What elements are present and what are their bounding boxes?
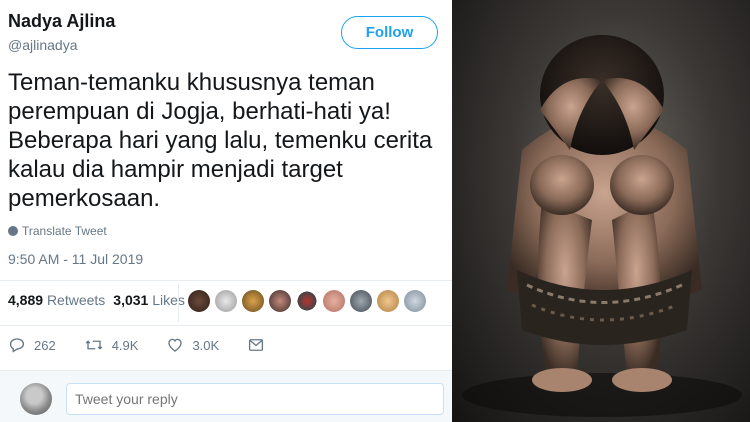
translate-tweet-link[interactable]: Translate Tweet <box>8 224 107 238</box>
reply-count: 262 <box>34 337 56 353</box>
liker-avatars <box>188 290 426 312</box>
like-icon <box>168 338 183 352</box>
like-button[interactable]: 3.0K <box>166 336 219 354</box>
globe-icon <box>8 226 18 236</box>
avatar[interactable] <box>350 290 372 312</box>
retweets-label: Retweets <box>46 292 106 308</box>
message-button[interactable] <box>247 336 265 354</box>
divider <box>0 280 452 281</box>
tweet-timestamp[interactable]: 9:50 AM - 11 Jul 2019 <box>8 251 143 267</box>
avatar[interactable] <box>323 290 345 312</box>
avatar[interactable] <box>188 290 210 312</box>
tweet-actions: 262 4.9K 3.0K <box>8 336 293 354</box>
photo <box>452 0 750 422</box>
avatar[interactable] <box>296 290 318 312</box>
reply-icon <box>9 338 25 353</box>
avatar[interactable] <box>215 290 237 312</box>
retweets-count: 4,889 <box>8 292 44 308</box>
reply-area <box>0 370 452 422</box>
likes-count: 3,031 <box>113 292 149 308</box>
stats-divider <box>178 284 179 322</box>
retweets-stat[interactable]: 4,889 Retweets <box>8 292 105 308</box>
reply-button[interactable]: 262 <box>8 336 56 354</box>
display-name[interactable]: Nadya Ajlina <box>8 11 115 32</box>
translate-label: Translate Tweet <box>22 224 107 238</box>
tweet-text-line: kalau dia hampir menjadi target <box>8 156 343 183</box>
divider <box>0 325 452 326</box>
reply-input[interactable] <box>66 383 444 415</box>
retweet-count: 4.9K <box>111 337 139 353</box>
tweet-text-line: pemerkosaan. <box>8 185 161 212</box>
avatar[interactable] <box>269 290 291 312</box>
tweet-text: Teman-temanku khususnya teman perempuan … <box>8 68 452 213</box>
crouching-person-photo <box>462 35 742 417</box>
likes-label: Likes <box>152 292 185 308</box>
user-handle[interactable]: @ajlinadya <box>8 37 77 53</box>
avatar <box>20 383 52 415</box>
retweet-button[interactable]: 4.9K <box>84 336 139 354</box>
message-icon <box>249 339 264 351</box>
avatar[interactable] <box>242 290 264 312</box>
likes-stat[interactable]: 3,031 Likes <box>113 292 185 308</box>
tweet-card: Nadya Ajlina @ajlinadya Follow Teman-tem… <box>0 0 452 422</box>
avatar[interactable] <box>377 290 399 312</box>
tweet-text-line: Beberapa hari yang lalu, temenku cerita <box>8 127 433 154</box>
like-count: 3.0K <box>192 337 220 353</box>
tweet-stats: 4,889 Retweets 3,031 Likes <box>8 292 185 308</box>
follow-button[interactable]: Follow <box>341 16 438 49</box>
retweet-icon <box>85 340 102 350</box>
tweet-text-line: perempuan di Jogja, berhati-hati ya! <box>8 98 391 125</box>
avatar[interactable] <box>404 290 426 312</box>
tweet-text-line: Teman-temanku khususnya teman <box>8 69 375 96</box>
